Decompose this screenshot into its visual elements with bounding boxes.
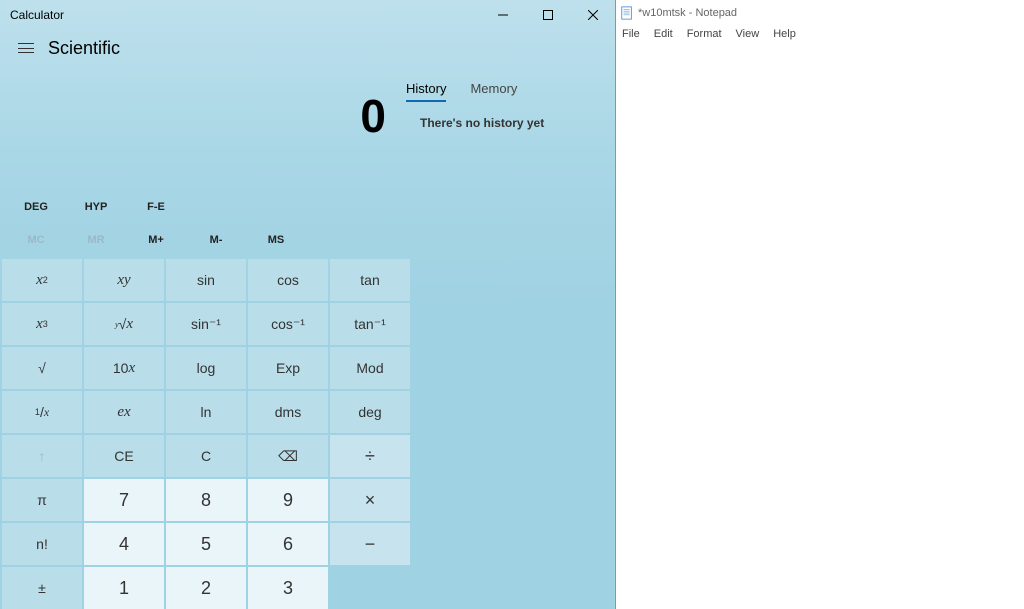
display-value: 0: [360, 89, 386, 143]
backspace-button[interactable]: ⌫: [248, 435, 328, 477]
sqrt-button[interactable]: √: [2, 347, 82, 389]
deg-button[interactable]: DEG: [6, 201, 66, 213]
minimize-button[interactable]: [480, 0, 525, 30]
button-grid: x2 xy sin cos tan x3 y√x sin⁻¹ cos⁻¹ tan…: [0, 259, 402, 609]
menu-format[interactable]: Format: [687, 28, 722, 40]
menu-help[interactable]: Help: [773, 28, 796, 40]
mminus-button[interactable]: M-: [186, 234, 246, 246]
x-cubed-button[interactable]: x3: [2, 303, 82, 345]
divide-button[interactable]: ÷: [330, 435, 410, 477]
mc-button: MC: [6, 234, 66, 246]
menu-view[interactable]: View: [736, 28, 760, 40]
tab-history[interactable]: History: [406, 81, 446, 102]
digit-9-button[interactable]: 9: [248, 479, 328, 521]
ten-power-x-button[interactable]: 10x: [84, 347, 164, 389]
digit-8-button[interactable]: 8: [166, 479, 246, 521]
digit-2-button[interactable]: 2: [166, 567, 246, 609]
to-deg-button[interactable]: deg: [330, 391, 410, 433]
mod-button[interactable]: Mod: [330, 347, 410, 389]
calculator-left: 0 DEG HYP F-E MC MR M+ M- MS x2 xy sin c…: [0, 66, 402, 609]
ms-button[interactable]: MS: [246, 234, 306, 246]
digit-1-button[interactable]: 1: [84, 567, 164, 609]
asin-button[interactable]: sin⁻¹: [166, 303, 246, 345]
hyp-button[interactable]: HYP: [66, 201, 126, 213]
subtract-button[interactable]: −: [330, 523, 410, 565]
notepad-menu: File Edit Format View Help: [616, 24, 1024, 44]
tabs-row: History Memory: [402, 66, 615, 102]
digit-4-button[interactable]: 4: [84, 523, 164, 565]
plus-minus-button[interactable]: ±: [2, 567, 82, 609]
calculator-header: Scientific: [0, 30, 615, 66]
notepad-editor[interactable]: [616, 44, 1024, 609]
ln-button[interactable]: ln: [166, 391, 246, 433]
menu-file[interactable]: File: [622, 28, 640, 40]
memory-row: MC MR M+ M- MS: [0, 221, 402, 259]
factorial-button[interactable]: n!: [2, 523, 82, 565]
tan-button[interactable]: tan: [330, 259, 410, 301]
digit-5-button[interactable]: 5: [166, 523, 246, 565]
pi-button[interactable]: π: [2, 479, 82, 521]
display-area: 0: [0, 66, 402, 193]
mr-button: MR: [66, 234, 126, 246]
e-power-x-button[interactable]: ex: [84, 391, 164, 433]
digit-7-button[interactable]: 7: [84, 479, 164, 521]
maximize-button[interactable]: [525, 0, 570, 30]
x-power-y-button[interactable]: xy: [84, 259, 164, 301]
mplus-button[interactable]: M+: [126, 234, 186, 246]
digit-6-button[interactable]: 6: [248, 523, 328, 565]
hamburger-icon[interactable]: [8, 30, 44, 66]
calculator-body: 0 DEG HYP F-E MC MR M+ M- MS x2 xy sin c…: [0, 66, 615, 609]
history-empty-text: There's no history yet: [402, 102, 615, 130]
history-panel: History Memory There's no history yet: [402, 66, 615, 609]
yroot-button[interactable]: y√x: [84, 303, 164, 345]
x-squared-button[interactable]: x2: [2, 259, 82, 301]
notepad-titlebar: *w10mtsk - Notepad: [616, 0, 1024, 24]
notepad-icon: [620, 6, 634, 20]
window-controls: [480, 0, 615, 30]
log-button[interactable]: log: [166, 347, 246, 389]
c-button[interactable]: C: [166, 435, 246, 477]
tab-memory[interactable]: Memory: [470, 81, 517, 102]
calculator-window: Calculator Scientific 0 DEG HY: [0, 0, 615, 609]
digit-3-button[interactable]: 3: [248, 567, 328, 609]
notepad-window: *w10mtsk - Notepad File Edit Format View…: [615, 0, 1024, 609]
close-button[interactable]: [570, 0, 615, 30]
reciprocal-button[interactable]: 1/x: [2, 391, 82, 433]
sin-button[interactable]: sin: [166, 259, 246, 301]
fe-button[interactable]: F-E: [126, 201, 186, 213]
acos-button[interactable]: cos⁻¹: [248, 303, 328, 345]
angle-mode-row: DEG HYP F-E: [0, 193, 402, 221]
up-arrow-button[interactable]: ↑: [2, 435, 82, 477]
menu-edit[interactable]: Edit: [654, 28, 673, 40]
calculator-titlebar: Calculator: [0, 0, 615, 30]
atan-button[interactable]: tan⁻¹: [330, 303, 410, 345]
cos-button[interactable]: cos: [248, 259, 328, 301]
exp-button[interactable]: Exp: [248, 347, 328, 389]
notepad-title: *w10mtsk - Notepad: [638, 7, 737, 19]
mode-title: Scientific: [48, 38, 120, 59]
multiply-button[interactable]: ×: [330, 479, 410, 521]
dms-button[interactable]: dms: [248, 391, 328, 433]
calculator-title: Calculator: [10, 8, 64, 22]
ce-button[interactable]: CE: [84, 435, 164, 477]
